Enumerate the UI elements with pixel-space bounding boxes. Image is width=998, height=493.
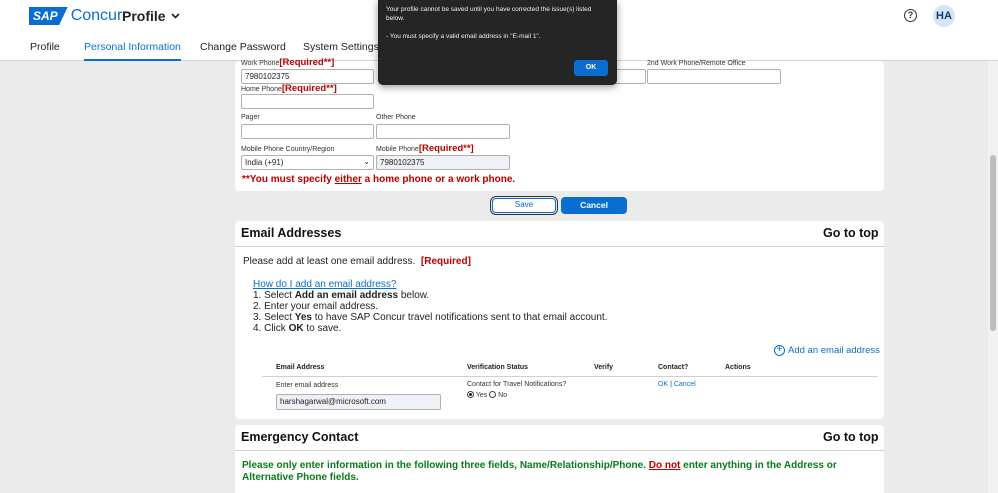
col-verification-status: Verification Status xyxy=(467,364,529,371)
add-email-label: Add an email address xyxy=(788,345,880,356)
step-3: 3. Select Yes to have SAP Concur travel … xyxy=(253,312,608,323)
email-intro: Please add at least one email address. [… xyxy=(243,256,471,267)
emergency-go-to-top-link[interactable]: Go to top xyxy=(823,430,879,444)
home-phone-label: Home Phone[Required**] xyxy=(241,83,337,94)
no-label: No xyxy=(498,392,508,399)
no-radio[interactable] xyxy=(489,391,497,398)
cancel-button[interactable]: Cancel xyxy=(561,197,627,214)
table-header-divider xyxy=(262,376,878,377)
step-2: 2. Enter your email address. xyxy=(253,301,379,312)
cancel-link[interactable]: Cancel xyxy=(674,381,696,388)
other-phone-label: Other Phone xyxy=(376,114,416,121)
step-1: 1. Select Add an email address below. xyxy=(253,290,430,301)
contact-question: Contact for Travel Notifications? xyxy=(467,381,567,388)
concur-wordmark: Concur xyxy=(70,7,123,24)
yes-label: Yes xyxy=(475,392,488,399)
pager-input[interactable] xyxy=(241,124,374,139)
app-title: Profile xyxy=(122,8,166,24)
email-go-to-top-link[interactable]: Go to top xyxy=(823,226,879,240)
row-actions: OK | Cancel xyxy=(658,381,696,388)
home-phone-input[interactable] xyxy=(241,94,374,109)
col-email-address: Email Address xyxy=(276,364,325,371)
link-divider: | xyxy=(670,381,672,388)
yes-radio[interactable] xyxy=(467,391,474,398)
step-4: 4. Click OK to save. xyxy=(253,323,342,334)
sap-concur-logo[interactable]: SAP Concur xyxy=(29,7,122,25)
contact-radio-group: Yes No xyxy=(467,391,507,399)
avatar[interactable]: HA xyxy=(933,5,955,27)
mobile-phone-label: Mobile Phone[Required**] xyxy=(376,143,474,154)
ok-link[interactable]: OK xyxy=(658,381,668,388)
plus-circle-icon: + xyxy=(774,345,785,356)
email-input[interactable]: harshagarwal@microsoft.com xyxy=(276,394,441,410)
add-email-button[interactable]: + Add an email address xyxy=(774,345,880,356)
col-contact: Contact? xyxy=(658,364,689,371)
tab-personal-information[interactable]: Personal Information xyxy=(84,41,181,61)
emergency-notice: Please only enter information in the fol… xyxy=(242,460,837,483)
pager-label: Pager xyxy=(241,114,260,121)
app-menu[interactable]: Profile xyxy=(122,8,180,24)
other-phone-input[interactable] xyxy=(376,124,510,139)
error-dialog: Your profile cannot be saved until you h… xyxy=(378,0,617,85)
mobile-country-select[interactable]: India (+91) ⌄ xyxy=(241,155,374,170)
error-line-2: - You must specify a valid email address… xyxy=(386,33,541,40)
chevron-down-icon: ⌄ xyxy=(363,157,370,166)
scrollbar-thumb[interactable] xyxy=(990,155,996,331)
mobile-country-label: Mobile Phone Country/Region xyxy=(241,146,335,153)
mobile-phone-input[interactable]: 7980102375 xyxy=(376,155,510,170)
second-work-phone-label: 2nd Work Phone/Remote Office xyxy=(647,60,746,67)
dialog-ok-button[interactable]: OK xyxy=(574,60,608,76)
help-icon[interactable]: ? xyxy=(904,9,917,22)
tab-profile[interactable]: Profile xyxy=(30,41,60,61)
col-verify: Verify xyxy=(594,364,614,371)
col-actions: Actions xyxy=(725,364,751,371)
work-phone-label: Work Phone[Required**] xyxy=(241,57,335,68)
work-phone-input[interactable]: 7980102375 xyxy=(241,69,374,84)
phone-extension-input[interactable] xyxy=(612,69,646,84)
section-divider xyxy=(235,246,884,247)
howto-email-link[interactable]: How do I add an email address? xyxy=(253,279,396,290)
save-button[interactable]: Save xyxy=(490,196,558,215)
emergency-section-title: Emergency Contact xyxy=(241,430,359,444)
sap-logo-mark: SAP xyxy=(29,7,68,25)
enter-email-label: Enter email address xyxy=(276,382,339,389)
section-divider xyxy=(235,450,884,451)
second-work-phone-input[interactable] xyxy=(647,69,781,84)
error-message: Your profile cannot be saved until you h… xyxy=(386,5,611,41)
error-line-1: Your profile cannot be saved until you h… xyxy=(386,6,592,22)
phone-required-warning: **You must specify either a home phone o… xyxy=(242,174,516,185)
chevron-down-icon xyxy=(171,13,180,19)
email-section-title: Email Addresses xyxy=(241,226,342,240)
